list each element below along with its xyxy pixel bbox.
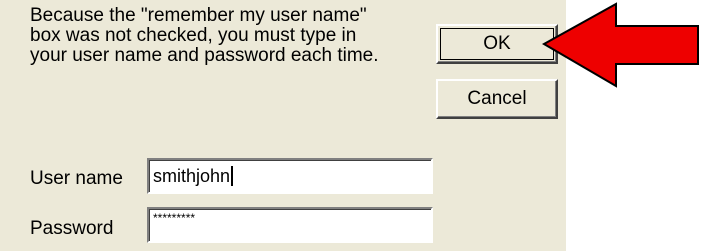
screenshot: Because the "remember my user name" box … [0, 0, 702, 251]
username-field[interactable]: smithjohn [147, 158, 433, 194]
username-label: User name [30, 168, 123, 189]
message-line: Because the "remember my user name" [30, 5, 367, 26]
username-value: smithjohn [153, 166, 231, 186]
text-caret [231, 166, 234, 186]
message-line: box was not checked, you must type in [30, 25, 357, 46]
password-label: Password [30, 218, 114, 239]
message-line: your user name and password each time. [30, 45, 379, 66]
login-dialog: Because the "remember my user name" box … [0, 0, 566, 251]
dialog-message: Because the "remember my user name" box … [30, 6, 430, 66]
red-arrow-icon [541, 2, 699, 88]
password-mask: ********* [153, 211, 196, 225]
password-field[interactable]: ********* [147, 207, 433, 243]
